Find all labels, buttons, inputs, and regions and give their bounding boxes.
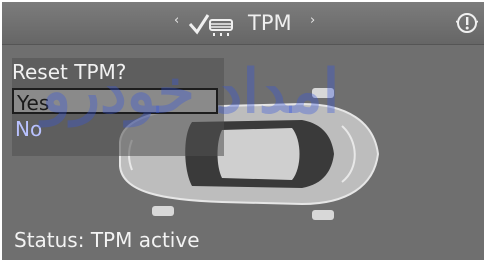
tire-check-icon	[188, 14, 233, 36]
menu-item-no[interactable]: No	[12, 116, 218, 142]
menu-title: Reset TPM?	[12, 60, 127, 84]
rear-left-wheel	[152, 206, 174, 216]
rear-right-wheel	[312, 210, 334, 220]
menu-item-yes[interactable]: Yes	[12, 88, 218, 115]
status-text: Status: TPM active	[14, 228, 200, 252]
header-bar: ‹ TPM ›	[2, 2, 484, 45]
warning-icon	[456, 13, 478, 33]
nav-left-arrow[interactable]: ‹	[174, 14, 179, 27]
nav-right-arrow[interactable]: ›	[310, 14, 315, 27]
front-right-wheel	[312, 88, 334, 98]
display-screen: ‹ TPM › Reset TPM? Yes No Status: TPM ac…	[2, 2, 484, 260]
page-title: TPM	[248, 11, 292, 35]
